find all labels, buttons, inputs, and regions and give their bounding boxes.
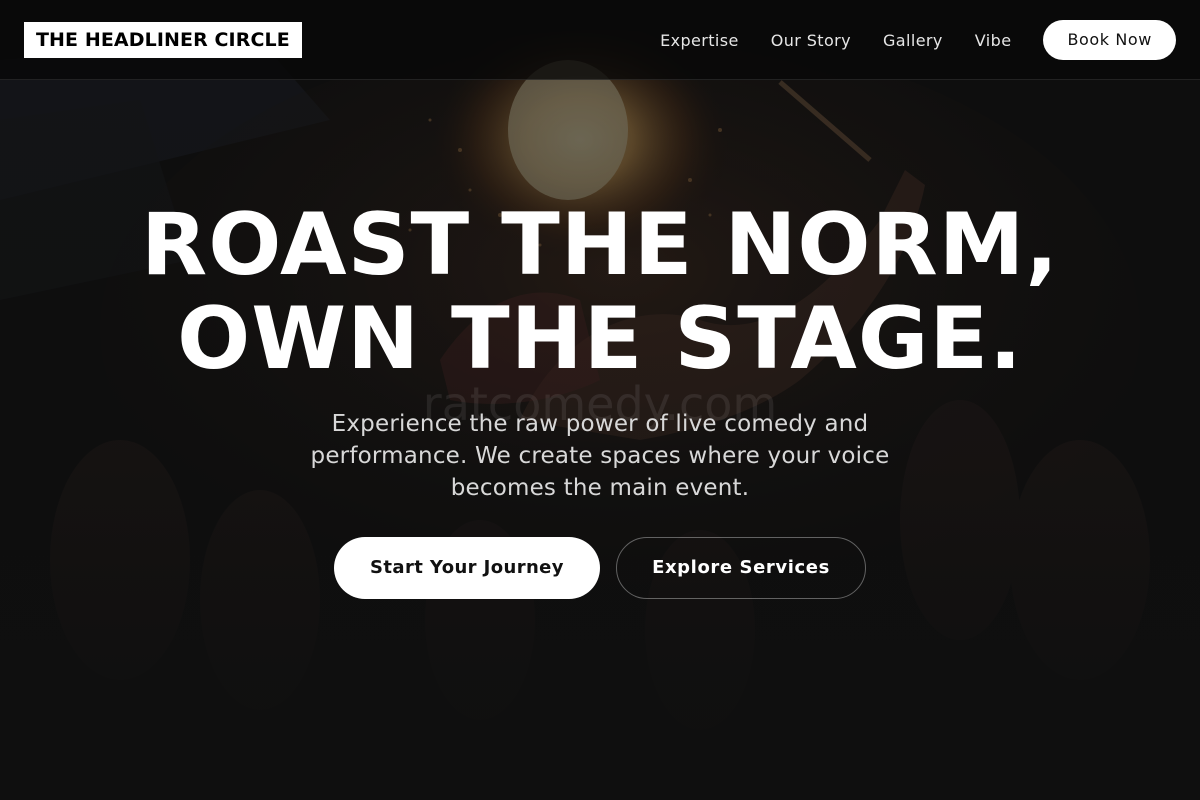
- hero-background-image: ratcomedy.com: [0, 0, 1200, 800]
- site-header: THE HEADLINER CIRCLE Expertise Our Story…: [0, 0, 1200, 80]
- hero-title: ROAST THE NORM, OWN THE STAGE.: [0, 198, 1200, 386]
- nav-link-gallery[interactable]: Gallery: [883, 31, 943, 50]
- site-logo[interactable]: THE HEADLINER CIRCLE: [24, 22, 302, 58]
- nav-link-our-story[interactable]: Our Story: [771, 31, 851, 50]
- hero-cta-row: Start Your Journey Explore Services: [0, 537, 1200, 599]
- book-now-button[interactable]: Book Now: [1043, 20, 1176, 60]
- nav-link-expertise[interactable]: Expertise: [660, 31, 739, 50]
- hero-title-line-2: OWN THE STAGE.: [177, 289, 1023, 389]
- start-your-journey-button[interactable]: Start Your Journey: [334, 537, 600, 599]
- nav-link-vibe[interactable]: Vibe: [975, 31, 1012, 50]
- main-nav: Expertise Our Story Gallery Vibe Book No…: [660, 20, 1176, 60]
- page: ratcomedy.com THE HEADLINER CIRCLE Exper…: [0, 0, 1200, 800]
- hero-title-line-1: ROAST THE NORM,: [141, 195, 1059, 295]
- hero-subtitle: Experience the raw power of live comedy …: [310, 411, 890, 501]
- explore-services-button[interactable]: Explore Services: [616, 537, 866, 599]
